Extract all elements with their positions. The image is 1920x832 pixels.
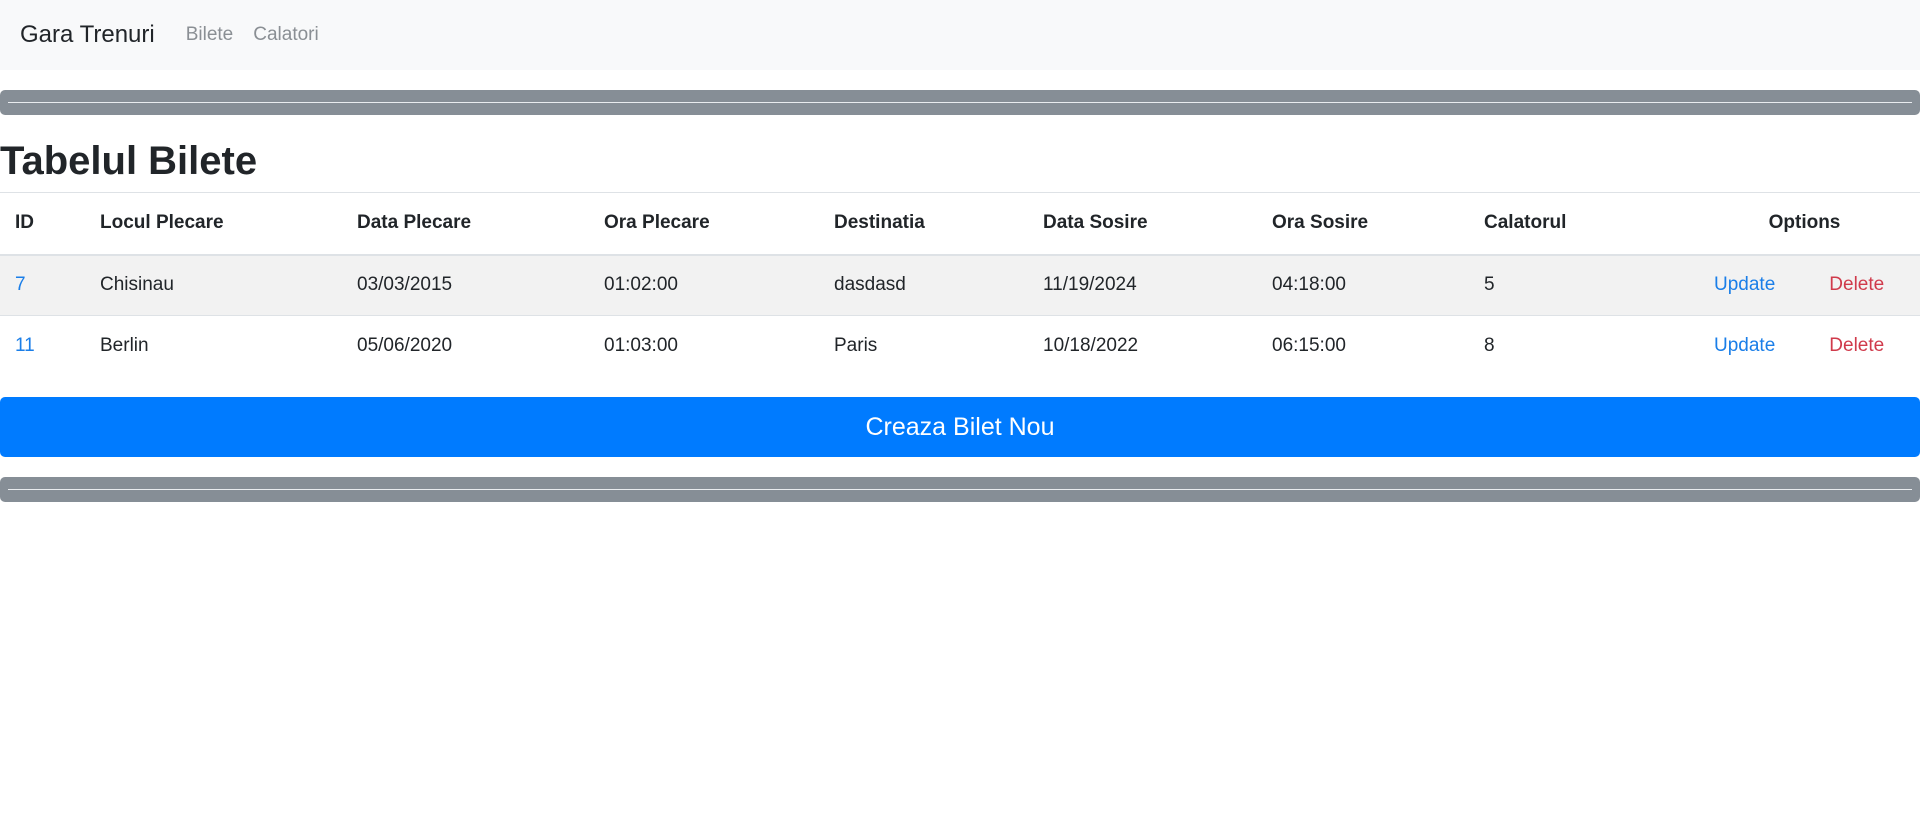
header-destinatia: Destinatia [834,212,925,234]
cell-data-sosire: 10/18/2022 [1043,335,1139,357]
table-row: 7 Chisinau 03/03/2015 01:02:00 dasdasd 1… [0,254,1920,316]
header-locul-plecare: Locul Plecare [100,212,224,234]
header-calatorul: Calatorul [1484,212,1567,234]
table-row: 11 Berlin 05/06/2020 01:03:00 Paris 10/1… [0,316,1920,377]
header-id: ID [15,212,34,234]
page-title: Tabelul Bilete [0,139,258,183]
cell-calatorul: 5 [1484,274,1495,296]
create-ticket-button[interactable]: Creaza Bilet Nou [0,397,1920,457]
delete-link[interactable]: Delete [1829,335,1884,357]
ticket-id-link[interactable]: 7 [15,274,26,295]
separator-line [8,102,1912,103]
cell-ora-plecare: 01:03:00 [604,335,678,357]
cell-ora-sosire: 04:18:00 [1272,274,1346,296]
header-ora-sosire: Ora Sosire [1272,212,1369,234]
navbar: Gara Trenuri Bilete Calatori [0,0,1920,70]
cell-destinatia: dasdasd [834,274,906,296]
cell-locul-plecare: Chisinau [100,274,174,296]
cell-options: Update Delete [1689,255,1920,316]
row-options: Update Delete [1689,274,1920,296]
cell-calatorul: 8 [1484,335,1495,357]
delete-link[interactable]: Delete [1829,274,1884,296]
table-header-row: ID Locul Plecare Data Plecare Ora Plecar… [0,192,1920,255]
header-options: Options [1768,212,1841,234]
separator-line [8,489,1912,490]
header-ora-plecare: Ora Plecare [604,212,710,234]
cell-ora-plecare: 01:02:00 [604,274,678,296]
ticket-id-link[interactable]: 11 [15,335,35,356]
nav-link-calatori[interactable]: Calatori [253,24,318,46]
header-data-sosire: Data Sosire [1043,212,1148,234]
cell-destinatia: Paris [834,335,878,357]
cell-id: 11 [0,316,85,377]
cell-data-plecare: 05/06/2020 [357,335,453,357]
cell-data-sosire: 11/19/2024 [1043,274,1137,296]
separator-top [0,90,1920,115]
cell-options: Update Delete [1689,316,1920,377]
nav-link-bilete[interactable]: Bilete [186,24,234,46]
cell-ora-sosire: 06:15:00 [1272,335,1346,357]
update-link[interactable]: Update [1714,274,1775,296]
tickets-table: ID Locul Plecare Data Plecare Ora Plecar… [0,192,1920,377]
cell-id: 7 [0,255,85,316]
header-data-plecare: Data Plecare [357,212,472,234]
row-options: Update Delete [1689,335,1920,357]
separator-bottom [0,477,1920,502]
cell-data-plecare: 03/03/2015 [357,274,453,296]
navbar-brand[interactable]: Gara Trenuri [20,21,155,49]
cell-locul-plecare: Berlin [100,335,149,357]
update-link[interactable]: Update [1714,335,1775,357]
